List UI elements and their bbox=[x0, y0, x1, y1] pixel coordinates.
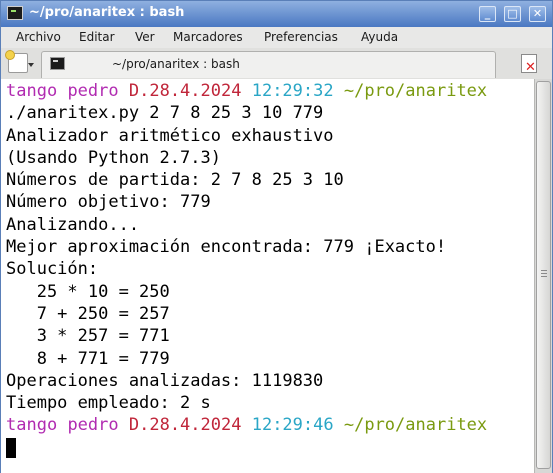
close-tab-button[interactable]: ✕ bbox=[519, 54, 541, 74]
prompt-time: 12:29:32 bbox=[251, 81, 334, 101]
menu-editar[interactable]: Editar bbox=[79, 30, 115, 44]
command-line: ./anaritex.py 2 7 8 25 3 10 779 bbox=[6, 103, 324, 124]
output-line: Tiempo empleado: 2 s bbox=[6, 393, 211, 414]
output-line: Analizador aritmético exhaustivo bbox=[6, 125, 334, 146]
output-line: 7 + 250 = 257 bbox=[6, 303, 170, 324]
new-tab-button[interactable] bbox=[6, 51, 36, 75]
close-icon: ✕ bbox=[532, 7, 543, 20]
close-button[interactable]: ✕ bbox=[529, 6, 546, 22]
maximize-button[interactable]: □ bbox=[504, 6, 521, 22]
output-line: Mejor aproximación encontrada: 779 ¡Exac… bbox=[6, 237, 447, 258]
tab-label: ~/pro/anaritex : bash bbox=[112, 57, 240, 71]
prompt-line: tango pedro D.28.4.2024 12:29:32 ~/pro/a… bbox=[6, 80, 534, 102]
text-cursor bbox=[6, 437, 16, 458]
menu-bar: Archivo Editar Ver Marcadores Preferenci… bbox=[1, 27, 552, 49]
input-line[interactable] bbox=[6, 437, 534, 459]
prompt-user: tango bbox=[6, 81, 58, 101]
terminal-window: ~/pro/anaritex : bash _ □ ✕ Archivo Edit… bbox=[0, 0, 553, 473]
output-line: Números de partida: 2 7 8 25 3 10 bbox=[6, 170, 344, 191]
maximize-icon: □ bbox=[507, 7, 518, 20]
prompt-date: D.28.4.2024 bbox=[128, 415, 242, 436]
prompt-host: pedro bbox=[67, 415, 119, 436]
prompt-date: D.28.4.2024 bbox=[128, 81, 242, 101]
prompt-path: ~/pro/anaritex bbox=[343, 415, 488, 436]
minimize-icon: _ bbox=[484, 7, 491, 20]
prompt-time: 12:29:46 bbox=[251, 415, 334, 436]
window-title: ~/pro/anaritex : bash bbox=[29, 5, 185, 20]
menu-preferencias[interactable]: Preferencias bbox=[264, 30, 338, 44]
scrollbar-thumb[interactable] bbox=[536, 81, 551, 469]
output-line: 25 * 10 = 250 bbox=[6, 281, 170, 302]
terminal-icon bbox=[50, 57, 65, 70]
prompt-line: tango pedro D.28.4.2024 12:29:46 ~/pro/a… bbox=[6, 414, 534, 436]
output-line: Analizando... bbox=[6, 214, 140, 235]
output-line: 3 * 257 = 771 bbox=[6, 326, 170, 347]
output-line: Operaciones analizadas: 1119830 bbox=[6, 370, 324, 391]
menu-ayuda[interactable]: Ayuda bbox=[361, 30, 398, 44]
output-line: (Usando Python 2.7.3) bbox=[6, 147, 221, 168]
vertical-scrollbar[interactable] bbox=[534, 79, 552, 473]
prompt-path: ~/pro/anaritex bbox=[343, 81, 488, 101]
output-line: Solución: bbox=[6, 259, 99, 280]
terminal-output[interactable]: tango pedro D.28.4.2024 12:29:32 ~/pro/a… bbox=[1, 79, 534, 473]
output-line: Número objetivo: 779 bbox=[6, 192, 211, 213]
tab-bar: ~/pro/anaritex : bash ✕ bbox=[1, 48, 552, 80]
minimize-button[interactable]: _ bbox=[479, 6, 496, 22]
title-bar[interactable]: ~/pro/anaritex : bash _ □ ✕ bbox=[1, 1, 552, 27]
terminal-icon[interactable] bbox=[7, 6, 23, 20]
menu-ver[interactable]: Ver bbox=[135, 30, 155, 44]
output-line: 8 + 771 = 779 bbox=[6, 348, 170, 369]
prompt-host: pedro bbox=[67, 81, 119, 101]
menu-marcadores[interactable]: Marcadores bbox=[173, 30, 243, 44]
menu-archivo[interactable]: Archivo bbox=[16, 30, 61, 44]
tab-terminal[interactable]: ~/pro/anaritex : bash bbox=[41, 51, 496, 78]
prompt-user: tango bbox=[6, 415, 58, 436]
